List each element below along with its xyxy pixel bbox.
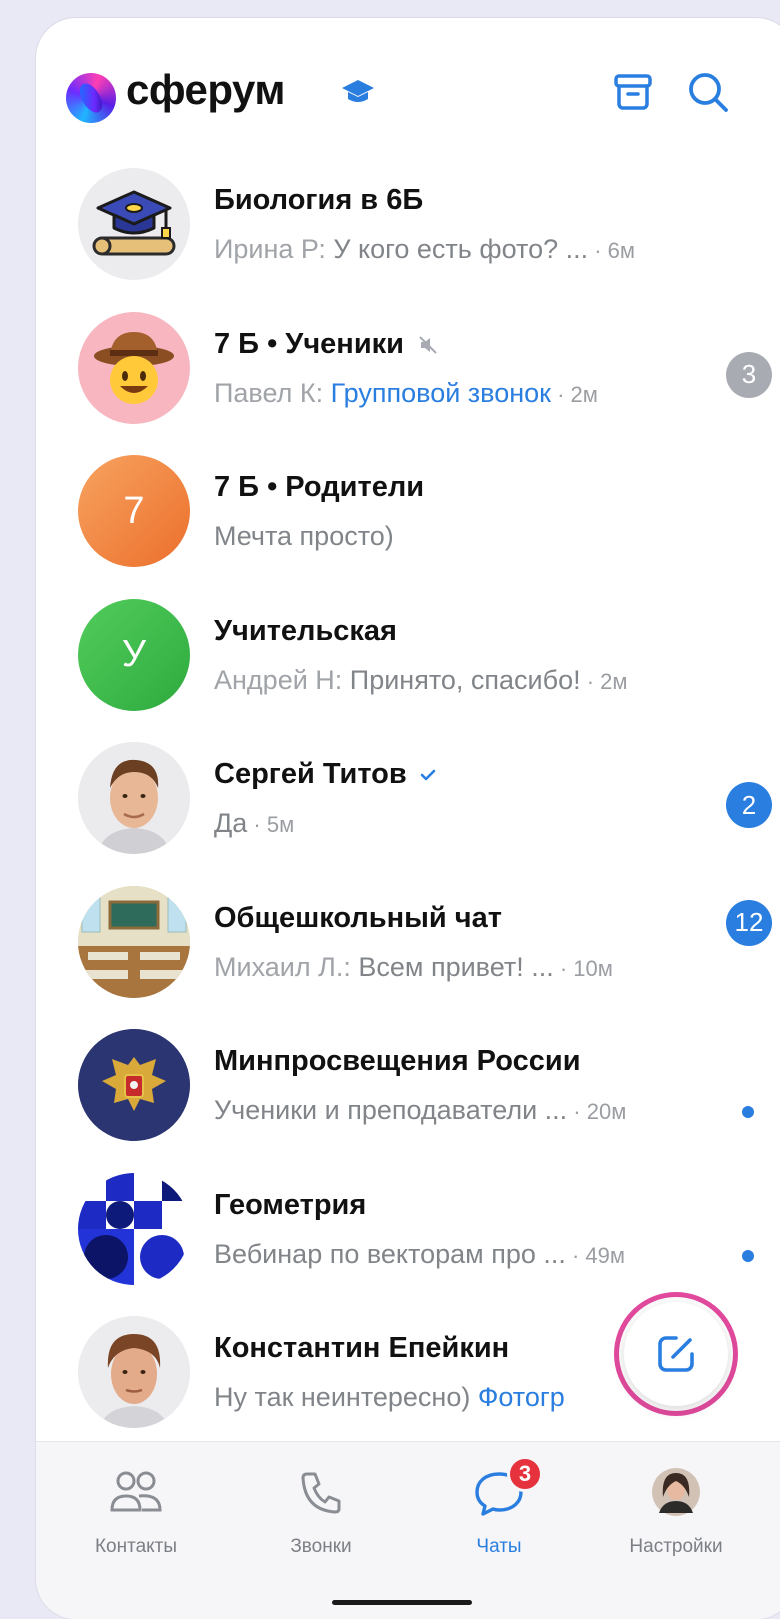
chat-avatar: [78, 1316, 190, 1428]
message-author: Ирина Р:: [214, 234, 334, 264]
chat-avatar: [78, 1029, 190, 1141]
chat-avatar: [78, 168, 190, 280]
chat-avatar: У: [78, 598, 190, 711]
message-time: · 49м: [565, 1242, 626, 1268]
message-text: Ученики и преподаватели ...: [214, 1095, 568, 1125]
nav-calls[interactable]: Звонки: [241, 1460, 401, 1558]
message-time: · 2м: [580, 668, 628, 694]
chat-item[interactable]: Общешкольный чат Михаил Л.: Всем привет!…: [36, 866, 780, 1010]
chat-avatar: 7: [78, 455, 190, 567]
geometric-pattern-image: [78, 1172, 190, 1285]
search-icon[interactable]: [686, 70, 730, 114]
archive-icon[interactable]: [612, 71, 654, 113]
nav-label: Звонки: [290, 1536, 352, 1557]
chat-title: 7 Б • Родители: [214, 471, 425, 503]
profile-avatar: [652, 1468, 700, 1516]
app-header: сферум: [36, 18, 780, 148]
chat-avatar: [78, 1172, 190, 1285]
phone-icon: [301, 1472, 341, 1514]
chat-title: Сергей Титов: [214, 758, 439, 791]
man-photo-2: [78, 1316, 190, 1428]
unread-dot: [742, 1249, 754, 1262]
contacts-icon: [110, 1471, 162, 1512]
cowboy-emoji-image: [94, 331, 174, 404]
home-indicator: [332, 1600, 472, 1605]
message-text: Вебинар по векторам про ...: [214, 1238, 566, 1269]
chat-title: Общешкольный чат: [214, 901, 502, 934]
chat-title: 7 Б • Ученики: [214, 328, 438, 361]
chat-title: Геометрия: [214, 1188, 367, 1221]
chat-list: Биология в 6Б Ирина Р: У кого есть фото?…: [36, 148, 780, 1440]
chat-preview: Павел К: Групповой звонок · 2м: [214, 378, 598, 409]
chat-avatar: [78, 742, 190, 854]
message-text: Всем привет! ...: [358, 951, 554, 982]
app-screen: сферум Биология в 6Б Ирина Р: У кого ест…: [36, 18, 780, 1619]
brand-name: сферум: [126, 66, 285, 113]
chat-item[interactable]: 7 7 Б • Родители Мечта просто): [36, 435, 780, 579]
chat-item[interactable]: У Учительская Андрей Н: Принято, спасибо…: [36, 579, 780, 723]
chat-item[interactable]: Сергей Титов Да · 5м 2: [36, 722, 780, 866]
coat-of-arms-image: [78, 1029, 190, 1141]
message-text: Да: [214, 808, 248, 838]
unread-dot: [742, 1106, 754, 1118]
nav-label: Настройки: [629, 1536, 723, 1557]
chat-preview: Ученики и преподаватели ... · 20м: [214, 1095, 626, 1126]
chats-unread-badge: 3: [507, 1456, 543, 1492]
avatar-letter: 7: [123, 489, 145, 532]
chat-preview: Да · 5м: [214, 808, 294, 839]
chat-item[interactable]: Минпросвещения России Ученики и преподав…: [36, 1009, 780, 1153]
unread-count-badge: 2: [726, 782, 772, 828]
nav-chats[interactable]: 3 Чаты: [419, 1456, 579, 1558]
message-text: Принято, спасибо!: [349, 664, 581, 695]
chat-preview: Андрей Н: Принято, спасибо! · 2м: [214, 665, 628, 696]
message-author: Павел К:: [214, 377, 331, 408]
chat-title: Учительская: [214, 614, 397, 647]
message-time: · 2м: [550, 381, 598, 407]
message-time: · 5м: [247, 812, 295, 837]
nav-settings[interactable]: Настройки: [596, 1460, 756, 1558]
nav-label: Контакты: [94, 1536, 178, 1557]
unread-count-badge: 12: [726, 899, 772, 946]
chat-title-text: 7 Б • Ученики: [214, 327, 404, 360]
chat-preview: Мечта просто): [214, 521, 394, 552]
verified-icon: [420, 770, 435, 781]
message-time: · 20м: [567, 1099, 627, 1124]
chat-title: Минпросвещения России: [214, 1045, 581, 1077]
chat-preview: Вебинар по векторам про ... · 49м: [214, 1239, 625, 1270]
graduation-hat-icon: [342, 80, 374, 102]
chat-avatar: [78, 311, 190, 424]
chat-item[interactable]: Биология в 6Б Ирина Р: У кого есть фото?…: [36, 148, 780, 292]
avatar-letter: У: [121, 633, 147, 675]
chat-preview: Ирина Р: У кого есть фото? ... · 6м: [214, 234, 635, 265]
message-text: У кого есть фото? ...: [333, 234, 589, 264]
chat-title: Константин Епейкин: [214, 1332, 510, 1364]
chat-avatar: [78, 885, 190, 998]
chat-title-text: Сергей Титов: [214, 758, 407, 790]
sferum-logo-icon: [66, 73, 116, 123]
chat-item[interactable]: 7 Б • Ученики Павел К: Групповой звонок …: [36, 292, 780, 436]
message-time: · 10м: [553, 955, 613, 981]
chat-preview: Ну так неинтересно) Фотогр: [214, 1382, 565, 1413]
muted-icon: [419, 336, 437, 354]
unread-count-badge: 3: [726, 351, 772, 398]
nav-contacts[interactable]: Контакты: [56, 1460, 216, 1558]
message-author: Андрей Н:: [214, 664, 350, 695]
attachment-link: Фотогр: [477, 1382, 565, 1412]
message-text: Групповой звонок: [330, 377, 551, 408]
man-photo: [78, 742, 190, 854]
compose-icon: [658, 1336, 694, 1372]
chat-preview: Михаил Л.: Всем привет! ... · 10м: [214, 952, 613, 983]
classroom-photo: [78, 885, 190, 998]
message-time: · 6м: [588, 238, 636, 263]
nav-label: Чаты: [476, 1536, 522, 1557]
message-text: Мечта просто): [214, 521, 394, 551]
graduation-cap-image: [92, 190, 176, 256]
message-author: Михаил Л.:: [214, 951, 359, 982]
message-text: Ну так неинтересно): [214, 1382, 478, 1412]
bottom-navigation: Контакты Звонки 3 Чаты Настройки: [36, 1441, 780, 1619]
chat-title: Биология в 6Б: [214, 184, 424, 216]
chat-item[interactable]: Геометрия Вебинар по векторам про ... · …: [36, 1153, 780, 1297]
compose-button[interactable]: [624, 1302, 728, 1406]
